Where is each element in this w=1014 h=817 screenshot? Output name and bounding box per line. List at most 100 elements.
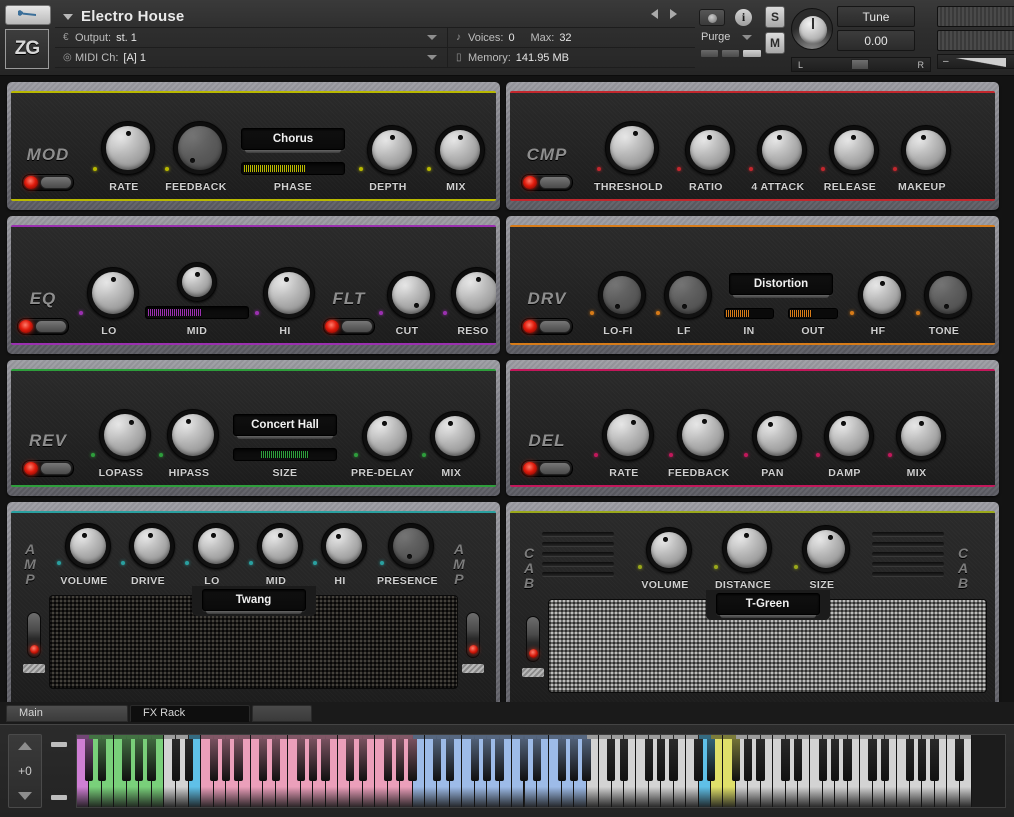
power-toggle-thumb[interactable] (539, 462, 571, 475)
preset-display-rev[interactable]: Concert Hall (233, 414, 337, 436)
preset-display-drv[interactable]: Distortion (729, 273, 833, 295)
piano-black-key[interactable] (259, 735, 267, 781)
size-slider[interactable] (233, 448, 337, 461)
piano-black-key[interactable] (222, 735, 230, 781)
toggle-switch[interactable] (466, 612, 480, 658)
transpose-down-icon[interactable] (18, 792, 32, 800)
knob[interactable] (685, 125, 735, 175)
transpose-control[interactable]: +0 (8, 734, 42, 808)
knob[interactable] (101, 121, 155, 175)
piano-black-key[interactable] (620, 735, 628, 781)
knob[interactable] (362, 411, 412, 461)
transpose-up-icon[interactable] (18, 742, 32, 750)
knob[interactable] (598, 271, 646, 319)
output-row[interactable]: € Output: st. 1 (55, 28, 447, 48)
knob[interactable] (722, 523, 772, 573)
knob[interactable] (901, 125, 951, 175)
piano-black-key[interactable] (781, 735, 789, 781)
power-switch-drv[interactable] (521, 318, 573, 335)
power-toggle-thumb[interactable] (539, 176, 571, 189)
knob[interactable] (177, 262, 217, 302)
tab-fx-rack[interactable]: FX Rack (130, 705, 250, 722)
knob[interactable] (99, 409, 151, 461)
pan-slider[interactable]: L R (791, 57, 931, 72)
piano-black-key[interactable] (843, 735, 851, 781)
knob[interactable] (924, 271, 972, 319)
piano-black-key[interactable] (309, 735, 317, 781)
toggle-switch[interactable] (27, 612, 41, 658)
knob[interactable] (752, 411, 802, 461)
piano-black-key[interactable] (346, 735, 354, 781)
knob[interactable] (387, 271, 435, 319)
phase-slider[interactable] (241, 162, 345, 175)
power-switch-rev[interactable] (22, 460, 74, 477)
tab-empty[interactable] (252, 705, 312, 722)
piano-black-key[interactable] (408, 735, 416, 781)
purge-button[interactable]: Purge (695, 28, 761, 46)
piano-black-key[interactable] (147, 735, 155, 781)
piano-black-key[interactable] (433, 735, 441, 781)
preset-nav[interactable] (651, 9, 677, 19)
knob[interactable] (451, 267, 496, 319)
midi-row[interactable]: ◎ MIDI Ch: [A] 1 (55, 48, 447, 68)
piano-black-key[interactable] (930, 735, 938, 781)
piano-black-key[interactable] (297, 735, 305, 781)
power-switch-eq[interactable] (17, 318, 69, 335)
range-minus-bottom-icon[interactable] (51, 795, 67, 800)
power-toggle-thumb[interactable] (40, 176, 72, 189)
piano-black-key[interactable] (744, 735, 752, 781)
meter-track[interactable] (788, 308, 838, 319)
knob[interactable] (858, 271, 906, 319)
knob[interactable] (367, 125, 417, 175)
meter-track[interactable] (724, 308, 774, 319)
piano-black-key[interactable] (732, 735, 740, 781)
piano-black-key[interactable] (85, 735, 93, 781)
tune-knob[interactable] (791, 8, 833, 50)
power-switch-del[interactable] (521, 460, 573, 477)
piano-black-key[interactable] (446, 735, 454, 781)
camera-icon[interactable] (699, 9, 725, 26)
knob[interactable] (430, 411, 480, 461)
mid-slider[interactable] (145, 306, 249, 319)
solo-button[interactable]: S (765, 6, 785, 28)
piano-black-key[interactable] (172, 735, 180, 781)
cab-switch-left[interactable] (518, 599, 548, 693)
cabinet-preset-display-amp[interactable]: Twang (202, 589, 306, 611)
keyboard-range-controls[interactable] (42, 734, 76, 808)
power-switch-mod[interactable] (22, 174, 74, 191)
piano-black-key[interactable] (582, 735, 590, 781)
knob[interactable] (435, 125, 485, 175)
wrench-icon[interactable] (5, 5, 51, 25)
cabinet-preset-display-cab[interactable]: T-Green (716, 593, 820, 615)
knob[interactable] (65, 523, 111, 569)
piano-black-key[interactable] (607, 735, 615, 781)
piano-black-key[interactable] (558, 735, 566, 781)
mute-button[interactable]: M (765, 32, 785, 54)
volume-slider[interactable]: – + (937, 54, 1014, 69)
knob[interactable] (605, 121, 659, 175)
info-icon[interactable]: i (735, 9, 752, 26)
knob[interactable] (167, 409, 219, 461)
knob[interactable] (257, 523, 303, 569)
knob[interactable] (173, 121, 227, 175)
toggle-switch[interactable] (526, 616, 540, 662)
knob[interactable] (664, 271, 712, 319)
output-dropdown-icon[interactable] (427, 35, 437, 40)
purge-dropdown-icon[interactable] (742, 35, 752, 40)
piano-black-key[interactable] (819, 735, 827, 781)
piano-black-key[interactable] (98, 735, 106, 781)
power-switch-flt[interactable] (323, 318, 375, 335)
piano-black-key[interactable] (483, 735, 491, 781)
knob[interactable] (388, 523, 434, 569)
piano-black-key[interactable] (868, 735, 876, 781)
preset-display-mod[interactable]: Chorus (241, 128, 345, 150)
knob[interactable] (129, 523, 175, 569)
piano-black-key[interactable] (918, 735, 926, 781)
knob[interactable] (829, 125, 879, 175)
piano-black-key[interactable] (694, 735, 702, 781)
knob[interactable] (263, 267, 315, 319)
piano-keys[interactable] (76, 734, 1006, 808)
amp-switch-left[interactable] (19, 595, 49, 689)
piano-black-key[interactable] (657, 735, 665, 781)
piano-black-key[interactable] (272, 735, 280, 781)
